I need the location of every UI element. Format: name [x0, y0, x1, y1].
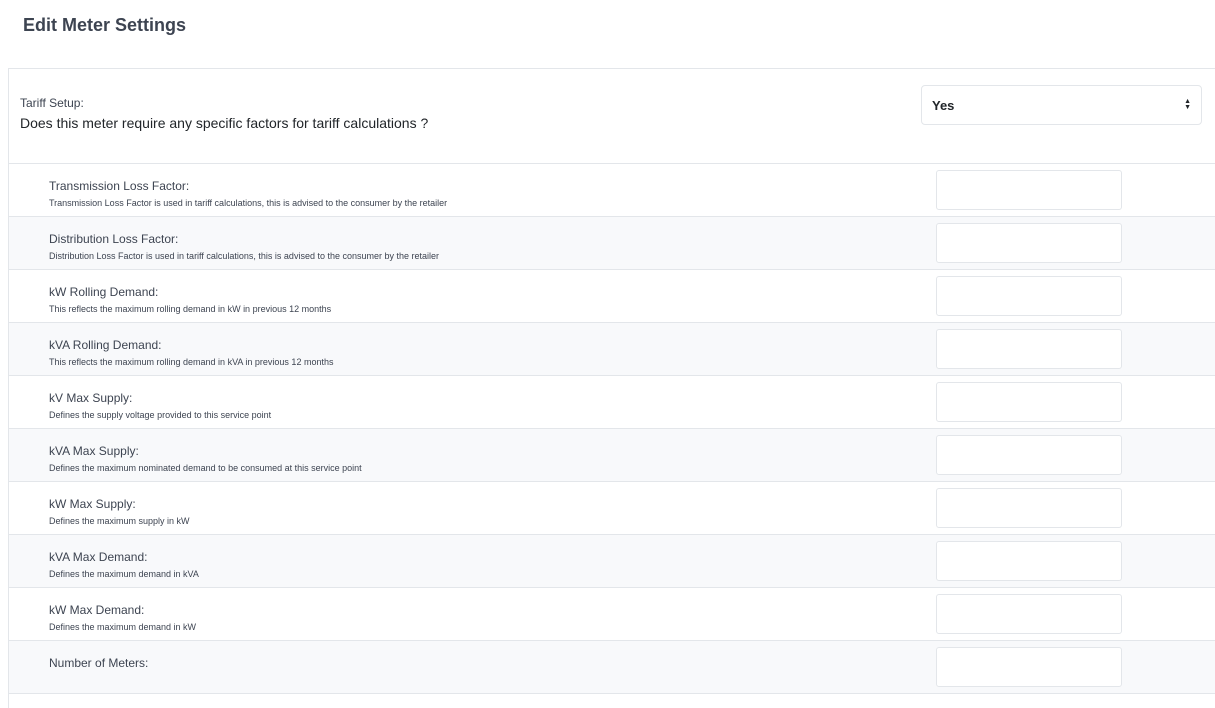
tariff-setup-row: Tariff Setup: Does this meter require an…	[9, 69, 1215, 164]
field-label: Number of Meters:	[49, 656, 149, 670]
number-of-meters-input[interactable]	[936, 647, 1122, 687]
tariff-factor-fields: Transmission Loss Factor: Transmission L…	[9, 164, 1215, 694]
tariff-factors-selected-value: Yes	[932, 97, 955, 113]
field-row-kva-rolling-demand: kVA Rolling Demand: This reflects the ma…	[9, 323, 1215, 376]
select-updown-icon: ▲ ▼	[1184, 98, 1191, 111]
field-help: Defines the maximum demand in kVA	[49, 569, 199, 579]
field-help: Defines the maximum nominated demand to …	[49, 463, 362, 473]
field-help: Defines the maximum supply in kW	[49, 516, 190, 526]
field-label: kV Max Supply:	[49, 391, 133, 405]
field-help: Defines the supply voltage provided to t…	[49, 410, 272, 420]
kva-rolling-demand-input[interactable]	[936, 329, 1122, 369]
field-label: Distribution Loss Factor:	[49, 232, 179, 246]
field-label: kVA Rolling Demand:	[49, 338, 162, 352]
field-row-kw-max-demand: kW Max Demand: Defines the maximum deman…	[9, 588, 1215, 641]
kva-max-demand-input[interactable]	[936, 541, 1122, 581]
transmission-loss-factor-input[interactable]	[936, 170, 1122, 210]
kv-max-supply-input[interactable]	[936, 382, 1122, 422]
tariff-factors-select[interactable]: Yes ▲ ▼	[921, 85, 1202, 125]
field-row-transmission-loss-factor: Transmission Loss Factor: Transmission L…	[9, 164, 1215, 217]
field-help: Distribution Loss Factor is used in tari…	[49, 251, 440, 261]
tariff-setup-question: Does this meter require any specific fac…	[20, 115, 429, 131]
field-help: Transmission Loss Factor is used in tari…	[49, 198, 448, 208]
field-help: Defines the maximum demand in kW	[49, 622, 197, 632]
field-label: kW Max Supply:	[49, 497, 136, 511]
field-row-distribution-loss-factor: Distribution Loss Factor: Distribution L…	[9, 217, 1215, 270]
kw-max-demand-input[interactable]	[936, 594, 1122, 634]
distribution-loss-factor-input[interactable]	[936, 223, 1122, 263]
field-help: This reflects the maximum rolling demand…	[49, 304, 332, 314]
field-row-kv-max-supply: kV Max Supply: Defines the supply voltag…	[9, 376, 1215, 429]
kw-max-supply-input[interactable]	[936, 488, 1122, 528]
field-row-kva-max-demand: kVA Max Demand: Defines the maximum dema…	[9, 535, 1215, 588]
field-row-number-of-meters: Number of Meters:	[9, 641, 1215, 694]
field-label: kVA Max Supply:	[49, 444, 139, 458]
field-label: Transmission Loss Factor:	[49, 179, 190, 193]
field-row-kva-max-supply: kVA Max Supply: Defines the maximum nomi…	[9, 429, 1215, 482]
field-label: kW Max Demand:	[49, 603, 145, 617]
meter-settings-card: Tariff Setup: Does this meter require an…	[8, 68, 1215, 708]
field-row-kw-max-supply: kW Max Supply: Defines the maximum suppl…	[9, 482, 1215, 535]
field-help: This reflects the maximum rolling demand…	[49, 357, 334, 367]
kw-rolling-demand-input[interactable]	[936, 276, 1122, 316]
field-row-kw-rolling-demand: kW Rolling Demand: This reflects the max…	[9, 270, 1215, 323]
field-label: kVA Max Demand:	[49, 550, 148, 564]
field-label: kW Rolling Demand:	[49, 285, 159, 299]
kva-max-supply-input[interactable]	[936, 435, 1122, 475]
tariff-setup-label: Tariff Setup:	[20, 96, 84, 110]
page-title: Edit Meter Settings	[23, 15, 187, 35]
